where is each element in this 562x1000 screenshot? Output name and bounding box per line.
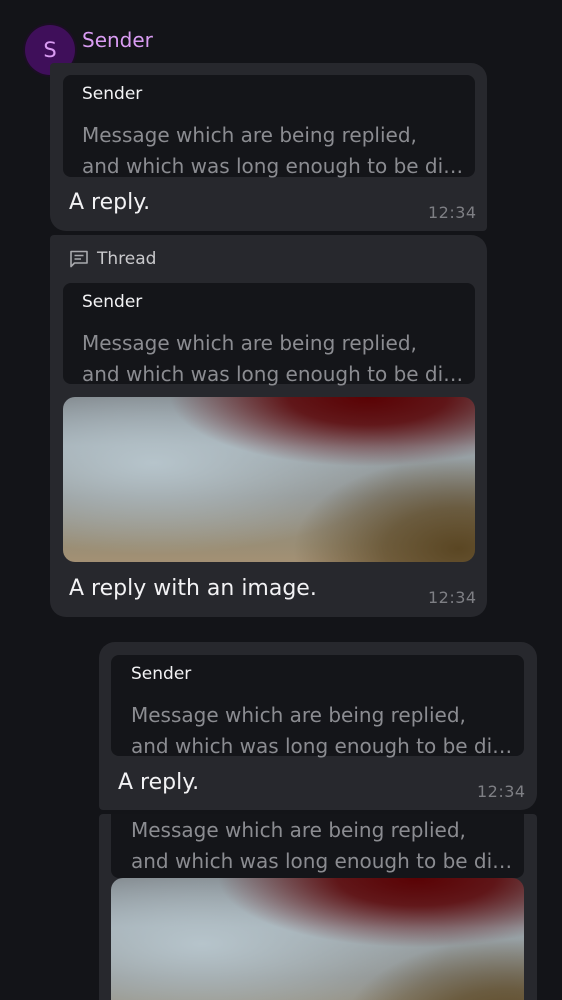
message-image[interactable] bbox=[111, 878, 524, 1000]
sender-name[interactable]: Sender bbox=[82, 28, 153, 52]
quote-text-line: Message which are being replied, bbox=[131, 818, 466, 842]
thread-label: Thread bbox=[97, 249, 157, 269]
message-bubble[interactable]: Sender Message which are being replied, … bbox=[99, 642, 537, 810]
quote-text-line: and which was long enough to be di… bbox=[82, 154, 464, 178]
quote-sender: Sender bbox=[82, 292, 143, 312]
message-bubble[interactable]: Message which are being replied, and whi… bbox=[99, 814, 537, 1000]
quote-text-line: Message which are being replied, bbox=[82, 123, 417, 147]
quote-sender: Sender bbox=[131, 664, 192, 684]
quote-text-line: Message which are being replied, bbox=[131, 703, 466, 727]
message-bubble[interactable]: Thread Sender Message which are being re… bbox=[50, 235, 487, 617]
thread-indicator[interactable]: Thread bbox=[69, 248, 156, 270]
message-image[interactable] bbox=[63, 397, 475, 562]
quote-text-line: and which was long enough to be di… bbox=[82, 362, 464, 386]
quote-text-line: and which was long enough to be di… bbox=[131, 849, 513, 873]
message-text: A reply. bbox=[69, 190, 151, 215]
message-timestamp: 12:34 bbox=[428, 203, 477, 222]
quote-text-line: and which was long enough to be di… bbox=[131, 734, 513, 758]
message-bubble[interactable]: Sender Message which are being replied, … bbox=[50, 63, 487, 231]
reply-quote[interactable]: Sender Message which are being replied, … bbox=[63, 283, 475, 386]
message-text: A reply. bbox=[118, 770, 200, 795]
thread-icon bbox=[70, 250, 88, 268]
reply-quote[interactable]: Sender Message which are being replied, … bbox=[111, 655, 524, 758]
message-timestamp: 12:34 bbox=[428, 588, 477, 607]
reply-quote[interactable]: Message which are being replied, and whi… bbox=[111, 814, 524, 878]
quote-text-line: Message which are being replied, bbox=[82, 331, 417, 355]
reply-quote[interactable]: Sender Message which are being replied, … bbox=[63, 75, 475, 178]
message-text: A reply with an image. bbox=[69, 576, 317, 601]
quote-sender: Sender bbox=[82, 84, 143, 104]
message-timestamp: 12:34 bbox=[477, 782, 526, 801]
